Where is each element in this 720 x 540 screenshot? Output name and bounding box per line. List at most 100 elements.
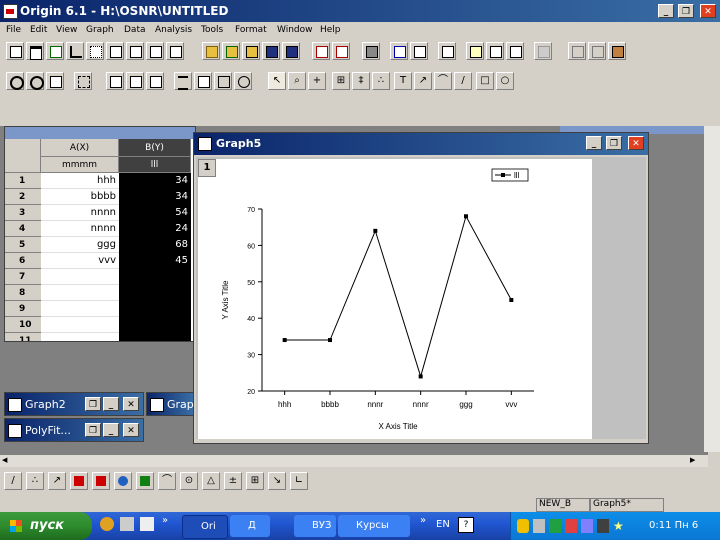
- layer-1-icon[interactable]: [106, 72, 124, 90]
- taskbar-item-origin[interactable]: Ori: [182, 515, 228, 539]
- curved-arrow-icon[interactable]: ⌒: [434, 72, 452, 90]
- cell-a[interactable]: bbbb: [41, 189, 119, 205]
- graph-maximize-button[interactable]: ❐: [606, 136, 622, 150]
- new-notes-icon[interactable]: [146, 42, 164, 60]
- menu-data[interactable]: Data: [124, 25, 146, 35]
- new-layout-icon[interactable]: [126, 42, 144, 60]
- column-a-header[interactable]: A(X): [41, 139, 119, 157]
- import-ascii-icon[interactable]: [312, 42, 330, 60]
- rescale-icon[interactable]: [74, 72, 92, 90]
- line-plot-icon[interactable]: /: [4, 472, 22, 490]
- menu-format[interactable]: Format: [235, 25, 267, 35]
- new-excel-icon[interactable]: [46, 42, 64, 60]
- scatter-plot-icon[interactable]: ∴: [26, 472, 44, 490]
- quicklaunch-app-icon[interactable]: [140, 517, 154, 531]
- tray-network-icon[interactable]: [549, 519, 561, 533]
- polyfit-close-button[interactable]: ✕: [123, 423, 139, 437]
- color-scale-icon[interactable]: [194, 72, 212, 90]
- cell-b[interactable]: [119, 301, 191, 317]
- data-point[interactable]: [509, 298, 514, 302]
- data-point[interactable]: [418, 374, 423, 379]
- menu-analysis[interactable]: Analysis: [155, 25, 192, 35]
- row-number[interactable]: 2: [5, 189, 41, 205]
- vector-icon[interactable]: ↘: [268, 472, 286, 490]
- cell-b[interactable]: [119, 285, 191, 301]
- row-number[interactable]: 4: [5, 221, 41, 237]
- graph2-close-button[interactable]: ✕: [123, 397, 139, 411]
- polar-plot-icon[interactable]: ⌒: [158, 472, 176, 490]
- cell-b[interactable]: 68: [119, 237, 191, 253]
- graph2-restore-button[interactable]: ❐: [85, 397, 101, 411]
- cell-a[interactable]: nnnn: [41, 205, 119, 221]
- open-folder-icon[interactable]: [202, 42, 220, 60]
- quicklaunch-desktop-icon[interactable]: [120, 517, 134, 531]
- polyfit-restore-button[interactable]: ❐: [85, 423, 101, 437]
- cell-a[interactable]: hhh: [41, 173, 119, 189]
- new-template-icon[interactable]: [166, 42, 184, 60]
- layer-icon[interactable]: [214, 72, 232, 90]
- graph-page[interactable]: 1 20 30 40 50 60 70 hhh bbbb nnnr nnnr ggg vvv Y A…: [198, 159, 592, 439]
- scroll-left-icon[interactable]: ◀: [2, 456, 12, 465]
- area-plot-icon[interactable]: [136, 472, 154, 490]
- row-number[interactable]: 8: [5, 285, 41, 301]
- cell-a[interactable]: nnnn: [41, 221, 119, 237]
- tray-app-icon[interactable]: [533, 519, 545, 533]
- data-selector-icon[interactable]: ‡: [352, 72, 370, 90]
- open-excel-icon[interactable]: [222, 42, 240, 60]
- error-bar-icon[interactable]: ±: [224, 472, 242, 490]
- graph-minimize-button[interactable]: _: [586, 136, 602, 150]
- menu-edit[interactable]: Edit: [30, 25, 47, 35]
- tray-shield-icon[interactable]: [517, 519, 529, 533]
- cell-a[interactable]: [41, 333, 119, 341]
- cell-b[interactable]: 34: [119, 189, 191, 205]
- row-number[interactable]: 10: [5, 317, 41, 333]
- graph2-minimized[interactable]: Graph2 ❐ _ ✕: [4, 392, 144, 416]
- new-matrix-icon[interactable]: [86, 42, 104, 60]
- layer-4-icon[interactable]: [146, 72, 164, 90]
- cell-a[interactable]: ggg: [41, 237, 119, 253]
- cell-b[interactable]: 34: [119, 173, 191, 189]
- row-number[interactable]: 1: [5, 173, 41, 189]
- legend-icon[interactable]: [174, 72, 192, 90]
- draw-data-icon[interactable]: ∴: [372, 72, 390, 90]
- script-window-icon[interactable]: [486, 42, 504, 60]
- corner-cell[interactable]: [5, 139, 41, 173]
- row-number[interactable]: 5: [5, 237, 41, 253]
- cell-b[interactable]: [119, 333, 191, 341]
- help-icon[interactable]: ?: [458, 517, 474, 533]
- legend[interactable]: lll: [491, 168, 529, 182]
- menu-tools[interactable]: Tools: [201, 25, 223, 35]
- vertical-scrollbar[interactable]: [704, 126, 720, 452]
- save-project-icon[interactable]: [262, 42, 280, 60]
- zoom-in-icon[interactable]: [6, 72, 24, 90]
- clock[interactable]: 0:11 Пн 6: [649, 520, 698, 531]
- origin-app-icon[interactable]: [3, 4, 18, 19]
- import-multiple-icon[interactable]: [332, 42, 350, 60]
- save-window-icon[interactable]: [282, 42, 300, 60]
- tray-volume-icon[interactable]: [581, 519, 593, 533]
- line-symbol-icon[interactable]: ↗: [48, 472, 66, 490]
- code-builder-icon[interactable]: [506, 42, 524, 60]
- cell-a[interactable]: [41, 301, 119, 317]
- data-point[interactable]: [373, 228, 378, 233]
- cell-a[interactable]: [41, 269, 119, 285]
- menu-view[interactable]: View: [56, 25, 77, 35]
- cell-b[interactable]: 54: [119, 205, 191, 221]
- column-b-header[interactable]: B(Y): [119, 139, 191, 157]
- graph5-titlebar[interactable]: Graph5 _ ❐ ✕: [194, 133, 648, 155]
- new-graph-icon[interactable]: [66, 42, 84, 60]
- pointer-tool-icon[interactable]: ↖: [268, 72, 286, 90]
- language-indicator[interactable]: EN: [436, 519, 450, 530]
- worksheet-titlebar[interactable]: [5, 127, 195, 139]
- data-point[interactable]: [282, 338, 287, 343]
- quicklaunch-expand-icon[interactable]: »: [162, 515, 168, 526]
- tray-star-icon[interactable]: ★: [613, 519, 625, 533]
- minimize-button[interactable]: _: [658, 4, 674, 18]
- start-button[interactable]: пуск: [0, 512, 92, 540]
- copy-icon[interactable]: [588, 42, 606, 60]
- refresh-icon[interactable]: [390, 42, 408, 60]
- graph-window-icon[interactable]: [198, 137, 212, 151]
- cell-b[interactable]: 24: [119, 221, 191, 237]
- row-number[interactable]: 7: [5, 269, 41, 285]
- ternary-icon[interactable]: ⊙: [180, 472, 198, 490]
